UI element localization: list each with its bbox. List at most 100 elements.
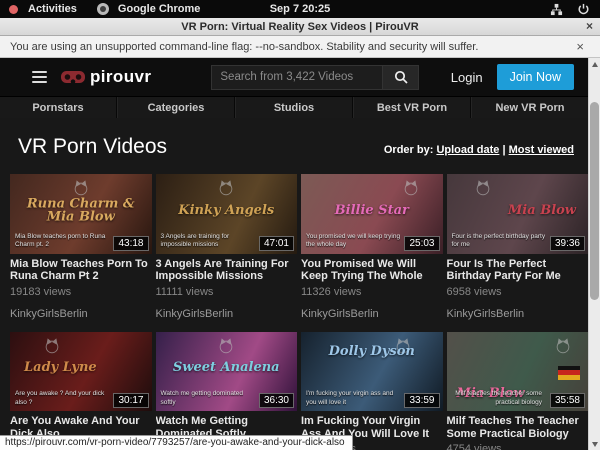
search-input[interactable] xyxy=(211,65,383,90)
order-by-label: Order by: xyxy=(384,144,434,156)
nav-item-pornstars[interactable]: Pornstars xyxy=(0,97,117,118)
german-flag-icon xyxy=(558,366,580,380)
video-views: 6958 views xyxy=(447,286,589,298)
video-thumbnail[interactable]: Lady Lyne Are you awake ? And your dick … xyxy=(10,332,152,412)
video-channel[interactable]: KinkyGirlsBerlin xyxy=(301,308,443,320)
thumbnail-caption: Milf teaches the teacher some practical … xyxy=(447,390,543,407)
chrome-app-icon xyxy=(97,3,109,15)
thumbnail-caption: Are you awake ? And your dick also ? xyxy=(15,390,110,407)
page-title: VR Porn Videos xyxy=(18,132,167,162)
video-card: Mia Blow Milf teaches the teacher some p… xyxy=(447,332,589,450)
status-url-tooltip: https://pirouvr.com/vr-porn-video/779325… xyxy=(0,435,353,450)
logo-text: pirouvr xyxy=(90,67,151,87)
video-thumbnail[interactable]: Mia Blow Milf teaches the teacher some p… xyxy=(447,332,589,412)
video-thumbnail[interactable]: Sweet Analena Watch me getting dominated… xyxy=(156,332,298,412)
menu-hamburger-icon[interactable] xyxy=(32,71,47,83)
video-card: Sweet Analena Watch me getting dominated… xyxy=(156,332,298,450)
activities-indicator-icon xyxy=(9,5,18,14)
order-most-viewed-link[interactable]: Most viewed xyxy=(509,144,574,156)
nav-item-best-vr-porn[interactable]: Best VR Porn xyxy=(353,97,471,118)
duration-badge: 47:01 xyxy=(259,236,294,251)
video-thumbnail[interactable]: Dolly Dyson I'm fucking your virgin ass … xyxy=(301,332,443,412)
studio-watermark-icon xyxy=(43,337,61,355)
thumbnail-caption: Mia Blow teaches porn to Runa Charm pt. … xyxy=(15,233,110,250)
video-thumbnail[interactable]: Mia Blow Four is the perfect birthday pa… xyxy=(447,174,589,254)
video-title[interactable]: Milf Teaches The Teacher Some Practical … xyxy=(447,415,589,440)
duration-badge: 33:59 xyxy=(404,393,439,408)
video-card: Runa Charm & Mia Blow Mia Blow teaches p… xyxy=(10,174,152,320)
nav-item-new-vr-porn[interactable]: New VR Porn xyxy=(471,97,588,118)
video-card: Mia Blow Four is the perfect birthday pa… xyxy=(447,174,589,320)
video-card: Lady Lyne Are you awake ? And your dick … xyxy=(10,332,152,450)
duration-badge: 43:18 xyxy=(113,236,148,251)
studio-watermark-icon xyxy=(217,179,235,197)
thumbnail-overlay-title: Billie Star xyxy=(301,204,443,218)
search-icon xyxy=(394,70,408,84)
system-tray xyxy=(550,3,600,16)
video-views: 19183 views xyxy=(10,286,152,298)
video-views: 11111 views xyxy=(156,286,298,298)
video-thumbnail[interactable]: Runa Charm & Mia Blow Mia Blow teaches p… xyxy=(10,174,152,254)
thumbnail-overlay-title: Dolly Dyson xyxy=(301,345,443,359)
studio-watermark-icon xyxy=(217,337,235,355)
window-title-bar: VR Porn: Virtual Reality Sex Videos | Pi… xyxy=(0,18,600,36)
vr-goggles-icon xyxy=(61,71,85,84)
duration-badge: 25:03 xyxy=(404,236,439,251)
search-bar xyxy=(211,65,419,90)
vertical-scrollbar[interactable] xyxy=(588,58,600,450)
gnome-top-bar: Activities Google Chrome Sep 7 20:25 xyxy=(0,0,600,18)
login-link[interactable]: Login xyxy=(451,70,483,85)
studio-watermark-icon xyxy=(554,337,572,355)
video-title[interactable]: Mia Blow Teaches Porn To Runa Charm Pt 2 xyxy=(10,258,152,283)
thumbnail-caption: You promised we will keep trying the who… xyxy=(306,233,401,250)
order-separator: | xyxy=(502,144,505,156)
video-title[interactable]: 3 Angels Are Training For Impossible Mis… xyxy=(156,258,298,283)
thumbnail-overlay-title: Kinky Angels xyxy=(156,204,298,218)
chrome-infobar: You are using an unsupported command-lin… xyxy=(0,36,600,58)
video-card: Dolly Dyson I'm fucking your virgin ass … xyxy=(301,332,443,450)
video-views: 4754 views xyxy=(447,443,589,450)
site-header: pirouvr Login Join Now xyxy=(0,58,588,96)
video-title[interactable]: Four Is The Perfect Birthday Party For M… xyxy=(447,258,589,283)
site-logo[interactable]: pirouvr xyxy=(61,67,151,87)
studio-watermark-icon xyxy=(72,179,90,197)
window-title: VR Porn: Virtual Reality Sex Videos | Pi… xyxy=(181,21,418,33)
thumbnail-caption: Four is the perfect birthday party for m… xyxy=(452,233,547,250)
video-thumbnail[interactable]: Billie Star You promised we will keep tr… xyxy=(301,174,443,254)
infobar-message: You are using an unsupported command-lin… xyxy=(10,41,478,53)
scroll-up-arrow-icon[interactable] xyxy=(589,58,600,70)
video-views: 11326 views xyxy=(301,286,443,298)
duration-badge: 35:58 xyxy=(550,393,585,408)
studio-watermark-icon xyxy=(474,179,492,197)
nav-item-studios[interactable]: Studios xyxy=(235,97,353,118)
thumbnail-caption: I'm fucking your virgin ass and you will… xyxy=(306,390,401,407)
video-thumbnail[interactable]: Kinky Angels 3 Angels are training for i… xyxy=(156,174,298,254)
scrollbar-thumb[interactable] xyxy=(590,102,599,300)
clock[interactable]: Sep 7 20:25 xyxy=(0,3,600,15)
app-menu-button[interactable]: Google Chrome xyxy=(114,3,205,15)
thumbnail-caption: Watch me getting dominated softly xyxy=(161,390,256,407)
video-card: Kinky Angels 3 Angels are training for i… xyxy=(156,174,298,320)
screen: Activities Google Chrome Sep 7 20:25 VR … xyxy=(0,0,600,450)
scroll-down-arrow-icon[interactable] xyxy=(589,438,600,450)
window-close-button[interactable]: × xyxy=(586,19,593,33)
video-channel[interactable]: KinkyGirlsBerlin xyxy=(156,308,298,320)
activities-button[interactable]: Activities xyxy=(24,3,81,15)
thumbnail-overlay-title: Runa Charm & Mia Blow xyxy=(10,197,152,224)
network-tree-icon[interactable] xyxy=(550,3,563,16)
video-grid: Runa Charm & Mia Blow Mia Blow teaches p… xyxy=(10,174,588,450)
video-channel[interactable]: KinkyGirlsBerlin xyxy=(10,308,152,320)
infobar-close-icon[interactable]: × xyxy=(576,39,590,54)
video-channel[interactable]: KinkyGirlsBerlin xyxy=(447,308,589,320)
nav-item-categories[interactable]: Categories xyxy=(117,97,235,118)
video-card: Billie Star You promised we will keep tr… xyxy=(301,174,443,320)
duration-badge: 39:36 xyxy=(550,236,585,251)
studio-watermark-icon xyxy=(402,179,420,197)
order-upload-date-link[interactable]: Upload date xyxy=(436,144,499,156)
video-title[interactable]: You Promised We Will Keep Trying The Who… xyxy=(301,258,443,283)
join-now-button[interactable]: Join Now xyxy=(497,64,574,90)
search-button[interactable] xyxy=(383,65,419,90)
power-icon[interactable] xyxy=(577,3,590,16)
thumbnail-caption: 3 Angels are training for impossible mis… xyxy=(161,233,256,250)
order-by: Order by: Upload date | Most viewed xyxy=(384,144,582,156)
